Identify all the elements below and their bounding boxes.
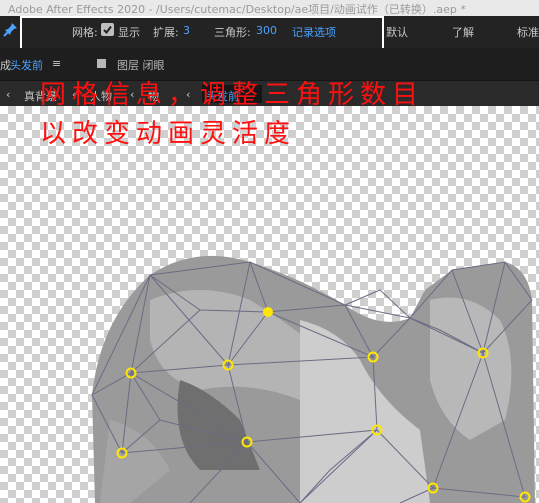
layer-name-label: 图层 闭眼: [117, 59, 165, 72]
workspace-standard[interactable]: 标准: [517, 24, 539, 40]
window-title: Adobe After Effects 2020 - /Users/cutema…: [8, 3, 466, 16]
back-arrow-icon[interactable]: ‹: [6, 88, 10, 101]
character-silhouette: [92, 255, 535, 503]
puppet-mesh: [91, 255, 535, 503]
panel-menu-icon[interactable]: ≡: [52, 57, 61, 70]
annotation-line-1: 网格信息，调整三角形数目: [40, 80, 425, 110]
layer-color-swatch: [97, 59, 106, 68]
window-titlebar: Adobe After Effects 2020 - /Users/cutema…: [0, 0, 539, 17]
comp-name-tab[interactable]: 头发前: [10, 57, 43, 73]
composition-viewer[interactable]: [0, 106, 539, 503]
workspace-default[interactable]: 默认: [386, 24, 408, 40]
workspace-learn[interactable]: 了解: [452, 24, 474, 40]
annotation-line-2: 以改变动画灵活度: [40, 119, 297, 149]
pin-icon[interactable]: [0, 18, 22, 40]
